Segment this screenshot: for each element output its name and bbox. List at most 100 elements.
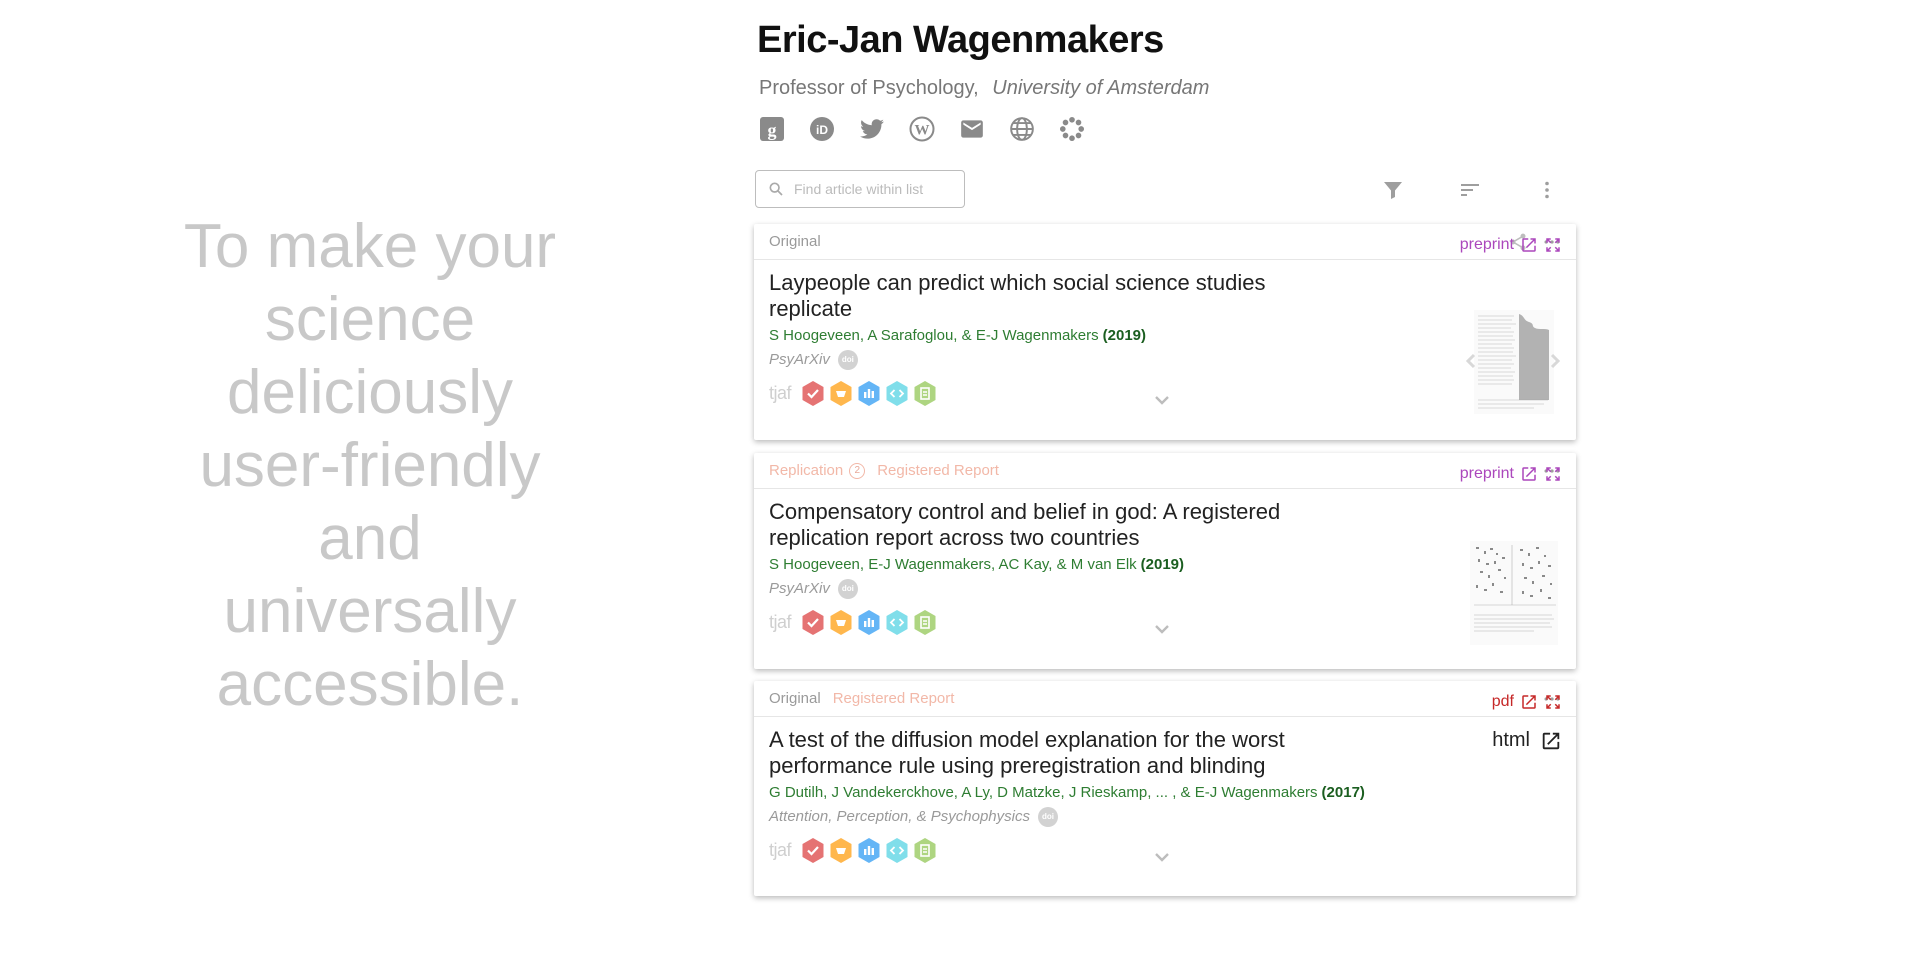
settings-icon[interactable]: [1059, 116, 1085, 142]
profile-name: Eric-Jan Wagenmakers: [757, 19, 1164, 61]
article-title[interactable]: Laypeople can predict which social scien…: [769, 270, 1309, 322]
wordpress-icon[interactable]: W: [909, 116, 935, 142]
card-header: Original: [754, 224, 1576, 260]
twitter-icon[interactable]: [859, 116, 885, 142]
pdf-link[interactable]: pdf: [1492, 693, 1562, 711]
card-header: Replication 2 Registered Report: [754, 453, 1576, 489]
search-box[interactable]: [755, 170, 965, 208]
tagline: To make your science deliciously user-fr…: [150, 210, 590, 721]
email-icon[interactable]: [959, 116, 985, 142]
card-header: Original Registered Report: [754, 681, 1576, 717]
check-badge-icon[interactable]: [801, 380, 825, 407]
profile-institution: University of Amsterdam: [992, 77, 1210, 99]
tagline-line: and: [318, 504, 422, 573]
registered-report-tag: Registered Report: [877, 462, 999, 479]
website-icon[interactable]: [1009, 116, 1035, 142]
svg-text:iD: iD: [816, 123, 828, 137]
tagline-line: user-friendly: [199, 431, 541, 500]
tagline-line: universally: [223, 577, 517, 646]
list-toolbar: [755, 170, 1575, 210]
orcid-icon[interactable]: iD: [809, 116, 835, 142]
profile-links: g iD W: [759, 116, 1577, 142]
card-body: A test of the diffusion model explanatio…: [754, 717, 1576, 865]
external-link-icon[interactable]: [1540, 730, 1562, 752]
article-year: (2017): [1321, 784, 1365, 801]
card-files: pdf html: [1492, 693, 1562, 752]
data-badge-icon[interactable]: [857, 380, 881, 407]
prereg-badge-icon[interactable]: [829, 380, 853, 407]
check-badge-icon[interactable]: [801, 609, 825, 636]
preprint-label[interactable]: preprint: [1460, 236, 1514, 254]
preprint-label[interactable]: preprint: [1460, 465, 1514, 483]
preprint-thumbnail[interactable]: [1464, 541, 1562, 645]
preprint-link[interactable]: preprint: [1460, 465, 1562, 483]
svg-text:W: W: [915, 123, 930, 139]
article-journal: PsyArXiv doi: [769, 579, 1561, 599]
fullscreen-icon[interactable]: [1544, 693, 1562, 711]
article-year: (2019): [1102, 327, 1146, 344]
search-input[interactable]: [794, 181, 954, 197]
article-authors: G Dutilh, J Vandekerckhove, A Ly, D Matz…: [769, 783, 1561, 803]
materials-badge-icon[interactable]: [913, 609, 937, 636]
card-body: Laypeople can predict which social scien…: [754, 260, 1576, 408]
doi-icon[interactable]: doi: [1037, 807, 1058, 827]
search-icon: [768, 181, 784, 197]
code-badge-icon[interactable]: [885, 837, 909, 864]
card-files: preprint: [1460, 236, 1562, 254]
fullscreen-icon[interactable]: [1544, 236, 1562, 254]
article-authors: S Hoogeveen, A Sarafoglou, & E-J Wagenma…: [769, 326, 1561, 346]
replication-count[interactable]: 2: [849, 462, 866, 479]
profile-header: Eric-Jan Wagenmakers Professor of Psycho…: [757, 18, 1577, 142]
code-badge-icon[interactable]: [885, 609, 909, 636]
filter-icon[interactable]: [1379, 176, 1407, 204]
article-journal: PsyArXiv doi: [769, 350, 1561, 370]
article-card: Original Registered Report A test of the…: [754, 681, 1576, 896]
article-type-tag: Original: [769, 233, 821, 250]
journal-name: PsyArXiv: [769, 580, 830, 597]
doi-icon[interactable]: doi: [837, 350, 858, 370]
prereg-badge-icon[interactable]: [829, 837, 853, 864]
article-journal: Attention, Perception, & Psychophysics d…: [769, 807, 1561, 827]
preprint-thumbnail[interactable]: [1464, 310, 1562, 414]
prereg-badge-icon[interactable]: [829, 609, 853, 636]
profile-affiliation: Professor of Psychology, University of A…: [759, 76, 1577, 100]
html-label[interactable]: html: [1492, 729, 1530, 752]
doi-icon[interactable]: doi: [837, 579, 858, 599]
tjaf-label[interactable]: tjaf: [769, 383, 792, 404]
sort-icon[interactable]: [1456, 176, 1484, 204]
author-list: S Hoogeveen, A Sarafoglou, & E-J Wagenma…: [769, 327, 1099, 344]
tagline-line: To make your: [183, 212, 557, 281]
data-badge-icon[interactable]: [857, 837, 881, 864]
tagline-line: deliciously: [226, 358, 514, 427]
materials-badge-icon[interactable]: [913, 837, 937, 864]
svg-text:g: g: [768, 120, 777, 140]
more-vertical-icon[interactable]: [1533, 176, 1561, 204]
preprint-link[interactable]: preprint: [1460, 236, 1562, 254]
journal-name: Attention, Perception, & Psychophysics: [769, 808, 1030, 825]
tjaf-label[interactable]: tjaf: [769, 612, 792, 633]
html-link[interactable]: html: [1492, 729, 1562, 752]
article-type-tag: Replication: [769, 462, 844, 479]
profile-position: Professor of Psychology,: [759, 77, 979, 99]
external-link-icon[interactable]: [1520, 236, 1538, 254]
external-link-icon[interactable]: [1520, 693, 1538, 711]
chevron-down-icon[interactable]: [1150, 845, 1174, 869]
article-card: Replication 2 Registered Report Compensa…: [754, 453, 1576, 669]
external-link-icon[interactable]: [1520, 465, 1538, 483]
page: To make your science deliciously user-fr…: [0, 0, 1920, 974]
chevron-down-icon[interactable]: [1150, 388, 1174, 412]
materials-badge-icon[interactable]: [913, 380, 937, 407]
tjaf-label[interactable]: tjaf: [769, 840, 792, 861]
pdf-label[interactable]: pdf: [1492, 693, 1514, 711]
article-title[interactable]: Compensatory control and belief in god: …: [769, 499, 1309, 551]
card-files: preprint: [1460, 465, 1562, 483]
chevron-down-icon[interactable]: [1150, 617, 1174, 641]
fullscreen-icon[interactable]: [1544, 465, 1562, 483]
tagline-line: science: [264, 285, 476, 354]
google-scholar-icon[interactable]: g: [759, 116, 785, 142]
data-badge-icon[interactable]: [857, 609, 881, 636]
code-badge-icon[interactable]: [885, 380, 909, 407]
article-title[interactable]: A test of the diffusion model explanatio…: [769, 727, 1309, 779]
article-year: (2019): [1140, 556, 1185, 573]
check-badge-icon[interactable]: [801, 837, 825, 864]
